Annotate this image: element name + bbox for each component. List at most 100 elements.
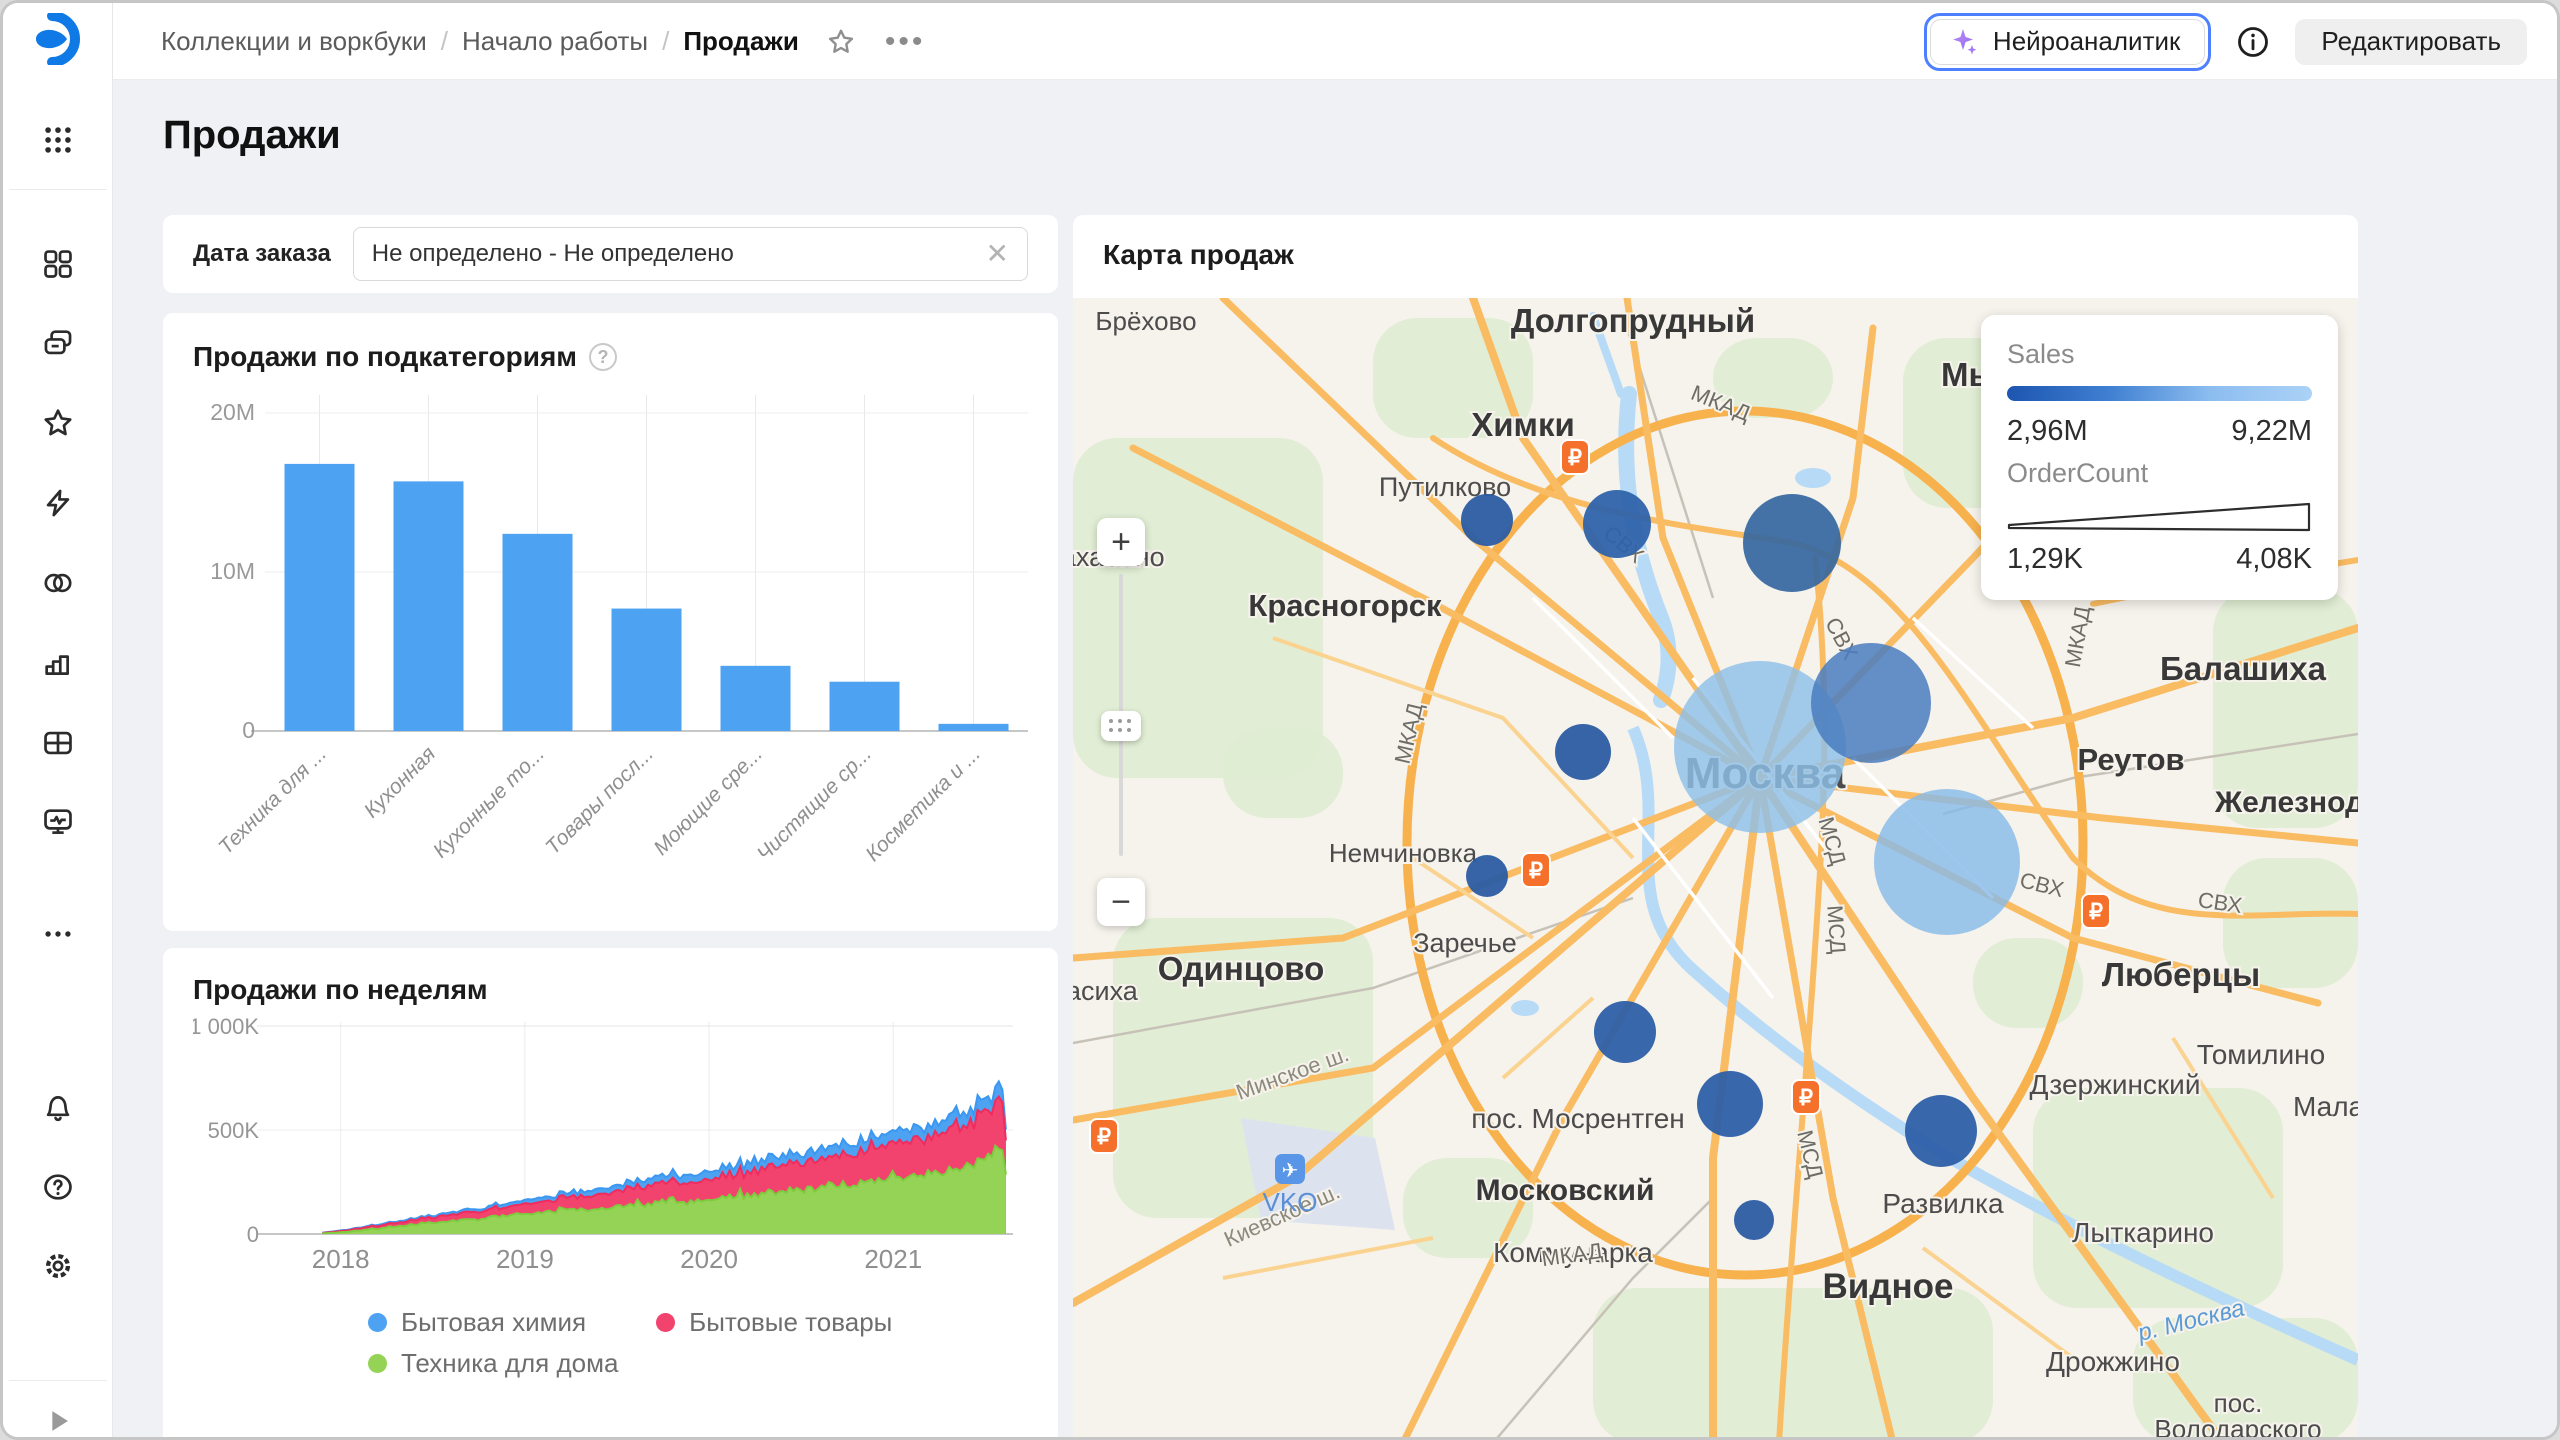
sidebar-item-connections[interactable] <box>34 559 82 607</box>
breadcrumb-getting-started[interactable]: Начало работы <box>462 26 648 57</box>
sparkle-icon <box>1952 28 1977 54</box>
clear-filter-icon[interactable]: ✕ <box>986 240 1009 268</box>
sales-bubble-10[interactable] <box>1905 1095 1977 1167</box>
ordercount-legend-label: OrderCount <box>2007 458 2149 488</box>
more-ellipsis-icon[interactable]: ••• <box>885 25 926 59</box>
sales-bubble-2[interactable] <box>1811 643 1931 763</box>
sales-bubble-1[interactable] <box>1874 789 2020 935</box>
svg-text:✈: ✈ <box>1282 1160 1299 1182</box>
sales-bubble-8[interactable] <box>1594 1001 1656 1063</box>
neuro-analyst-label: Нейроаналитик <box>1992 26 2181 56</box>
favorite-star-icon[interactable] <box>825 26 857 58</box>
date-filter-card: Дата заказа Не определено - Не определен… <box>163 215 1058 293</box>
bar-4[interactable] <box>720 665 791 731</box>
map-label: Дзержинский <box>2030 1069 2201 1100</box>
svg-text:2019: 2019 <box>496 1244 554 1274</box>
sidebar-item-editor[interactable] <box>34 479 82 527</box>
legend-item[interactable]: Бытовая химия <box>368 1307 586 1338</box>
map-label: Володарского <box>2154 1414 2321 1440</box>
svg-text:₽: ₽ <box>2089 899 2103 924</box>
chart-help-icon[interactable]: ? <box>589 343 618 371</box>
settings-gear-icon[interactable] <box>34 1242 82 1290</box>
bar-3[interactable] <box>611 608 682 731</box>
edit-button[interactable]: Редактировать <box>2295 18 2527 65</box>
sidebar-item-collections[interactable] <box>34 240 82 288</box>
map-zoom-handle[interactable] <box>1101 711 1141 741</box>
map-label: Балашиха <box>2160 650 2327 687</box>
help-icon[interactable] <box>34 1163 82 1211</box>
sales-bubble-7[interactable] <box>1466 855 1508 897</box>
sidebar-item-datasets[interactable] <box>34 719 82 767</box>
sales-min-value: 2,96M <box>2007 415 2088 447</box>
page-title: Продажи <box>163 113 341 157</box>
subcategories-bar-chart[interactable]: 20M 10M 0Техника для ... КухоннаяКухонные т… <box>193 373 1038 878</box>
svg-text:Кухонные то...: Кухонные то... <box>429 742 549 862</box>
breadcrumb-collections[interactable]: Коллекции и воркбуки <box>161 26 427 57</box>
apps-grid-icon[interactable] <box>34 116 82 164</box>
legend-label: Бытовые товары <box>689 1307 893 1337</box>
svg-text:0: 0 <box>242 717 255 743</box>
weekly-chart-legend: Бытовая химия Бытовые товары Техника для… <box>368 1307 1038 1379</box>
map-zoom-in-button[interactable]: + <box>1097 518 1145 566</box>
sidebar-item-favorites[interactable] <box>34 399 82 447</box>
airport-code-label: VKO <box>1263 1187 1318 1217</box>
sales-legend-label: Sales <box>2007 339 2075 369</box>
header-actions: Нейроаналитик Редактировать <box>1923 3 2527 80</box>
breadcrumb: Коллекции и воркбуки / Начало работы / П… <box>161 3 925 80</box>
datalens-logo[interactable] <box>32 11 84 67</box>
bar-1[interactable] <box>393 481 464 731</box>
notifications-bell-icon[interactable] <box>34 1083 82 1131</box>
sales-max-value: 9,22M <box>2231 415 2312 447</box>
legend-label: Бытовая химия <box>401 1307 587 1337</box>
svg-text:2020: 2020 <box>680 1244 738 1274</box>
top-header: Коллекции и воркбуки / Начало работы / П… <box>113 3 2557 80</box>
ordercount-max-value: 4,08K <box>2236 543 2312 575</box>
map-label: Химки <box>1471 406 1575 443</box>
map-label: Долгопрудный <box>1511 302 1755 339</box>
sales-bubble-9[interactable] <box>1697 1071 1763 1137</box>
sidebar <box>3 3 113 1437</box>
weekly-area-chart[interactable]: 1 000K 500K 0 2018 2019 2020 2021 <box>189 1006 1038 1296</box>
legend-dot-red <box>656 1313 676 1332</box>
map-title: Карта продаж <box>1103 239 1294 270</box>
map-label: Железнодорожный <box>2214 786 2358 819</box>
legend-item[interactable]: Бытовые товары <box>656 1307 892 1338</box>
svg-text:₽: ₽ <box>1097 1124 1111 1149</box>
legend-dot-blue <box>368 1313 387 1332</box>
sales-bubble-4[interactable] <box>1583 490 1651 558</box>
bar-0[interactable] <box>284 463 355 731</box>
map-label: Малаховка <box>2293 1091 2358 1122</box>
sidebar-item-dashboards[interactable] <box>34 798 82 846</box>
sales-bubble-11[interactable] <box>1734 1200 1774 1240</box>
sales-bubble-3[interactable] <box>1743 494 1841 592</box>
breadcrumb-separator: / <box>440 26 448 56</box>
sidebar-item-workbooks[interactable] <box>34 319 82 367</box>
svg-text:Товары посл...: Товары посл... <box>541 742 658 859</box>
map-zoom-out-button[interactable]: − <box>1097 878 1145 926</box>
sidebar-more-icon[interactable] <box>34 910 82 958</box>
sidebar-item-charts[interactable] <box>34 639 82 687</box>
neuro-focus-ring: Нейроаналитик <box>1923 12 2212 71</box>
sales-bubble-5[interactable] <box>1461 494 1513 546</box>
info-icon[interactable] <box>2235 24 2271 60</box>
neuro-analyst-button[interactable]: Нейроаналитик <box>1929 18 2206 65</box>
bar-6[interactable] <box>938 723 1009 731</box>
subcategories-chart-title: Продажи по подкатегориям <box>193 341 578 372</box>
map-label: Немчиновка <box>1329 838 1478 868</box>
sales-bubble-6[interactable] <box>1555 724 1611 780</box>
svg-text:2021: 2021 <box>864 1244 922 1274</box>
map-legend: Sales 2,96M 9,22M OrderCount 1,29K 4,08K <box>1981 315 2338 600</box>
legend-item[interactable]: Техника для дома <box>368 1348 618 1379</box>
svg-text:Косметика и ...: Косметика и ... <box>861 742 985 866</box>
date-range-input[interactable]: Не определено - Не определено ✕ <box>352 227 1028 281</box>
sales-gradient-scale <box>2007 386 2312 401</box>
bar-5[interactable] <box>829 681 900 731</box>
bar-2[interactable] <box>502 533 573 731</box>
svg-text:1 000K: 1 000K <box>193 1014 259 1039</box>
expand-sidebar-icon[interactable] <box>34 1397 82 1437</box>
map-label: МСД <box>1822 904 1850 954</box>
sales-map[interactable]: БрёховоДолгопрудныйМытищиХимкиПутилковоК… <box>1073 298 2358 1440</box>
sales-map-card: Карта продаж БрёховоДолгопрудныйМытищиХи… <box>1073 215 2358 1440</box>
map-label: пос. Мосрентген <box>1471 1103 1685 1134</box>
screenshot-stage: Коллекции и воркбуки / Начало работы / П… <box>0 0 2560 1440</box>
